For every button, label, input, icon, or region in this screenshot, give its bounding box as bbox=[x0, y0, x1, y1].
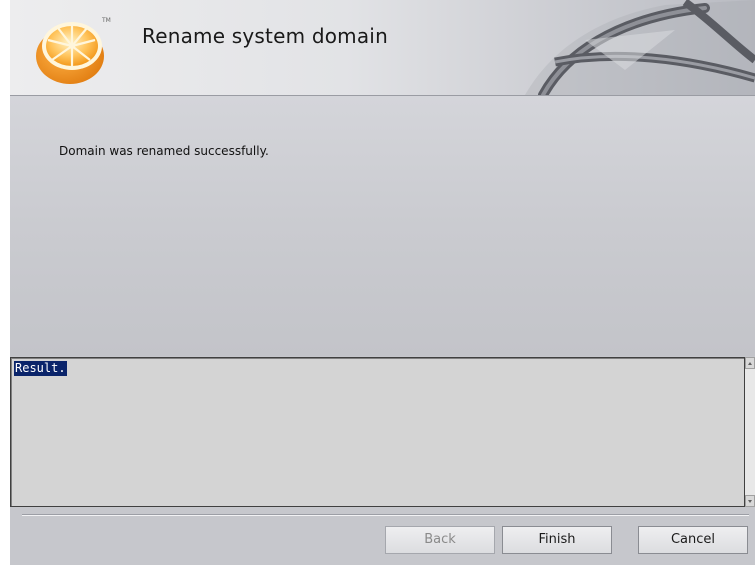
finish-button[interactable]: Finish bbox=[502, 526, 612, 554]
decorative-swoosh-graphic bbox=[525, 0, 755, 95]
orange-slice-logo-icon: TM bbox=[36, 17, 111, 84]
svg-text:TM: TM bbox=[101, 17, 111, 24]
back-button[interactable]: Back bbox=[385, 526, 495, 554]
footer-divider bbox=[22, 514, 749, 516]
wizard-header: TM Rename system domain bbox=[10, 0, 755, 96]
wizard-window: TM Rename system domain Domain was renam… bbox=[10, 0, 755, 565]
result-log-textarea[interactable]: Result. bbox=[10, 357, 745, 507]
scroll-up-arrow-icon[interactable] bbox=[745, 357, 755, 369]
result-text: Result. bbox=[14, 361, 67, 376]
dialog-title: Rename system domain bbox=[142, 24, 388, 48]
content-area: Domain was renamed successfully. bbox=[10, 96, 755, 356]
status-message: Domain was renamed successfully. bbox=[59, 144, 269, 158]
result-scrollbar[interactable] bbox=[745, 357, 755, 507]
scroll-down-arrow-icon[interactable] bbox=[745, 495, 755, 507]
cancel-button[interactable]: Cancel bbox=[638, 526, 748, 554]
